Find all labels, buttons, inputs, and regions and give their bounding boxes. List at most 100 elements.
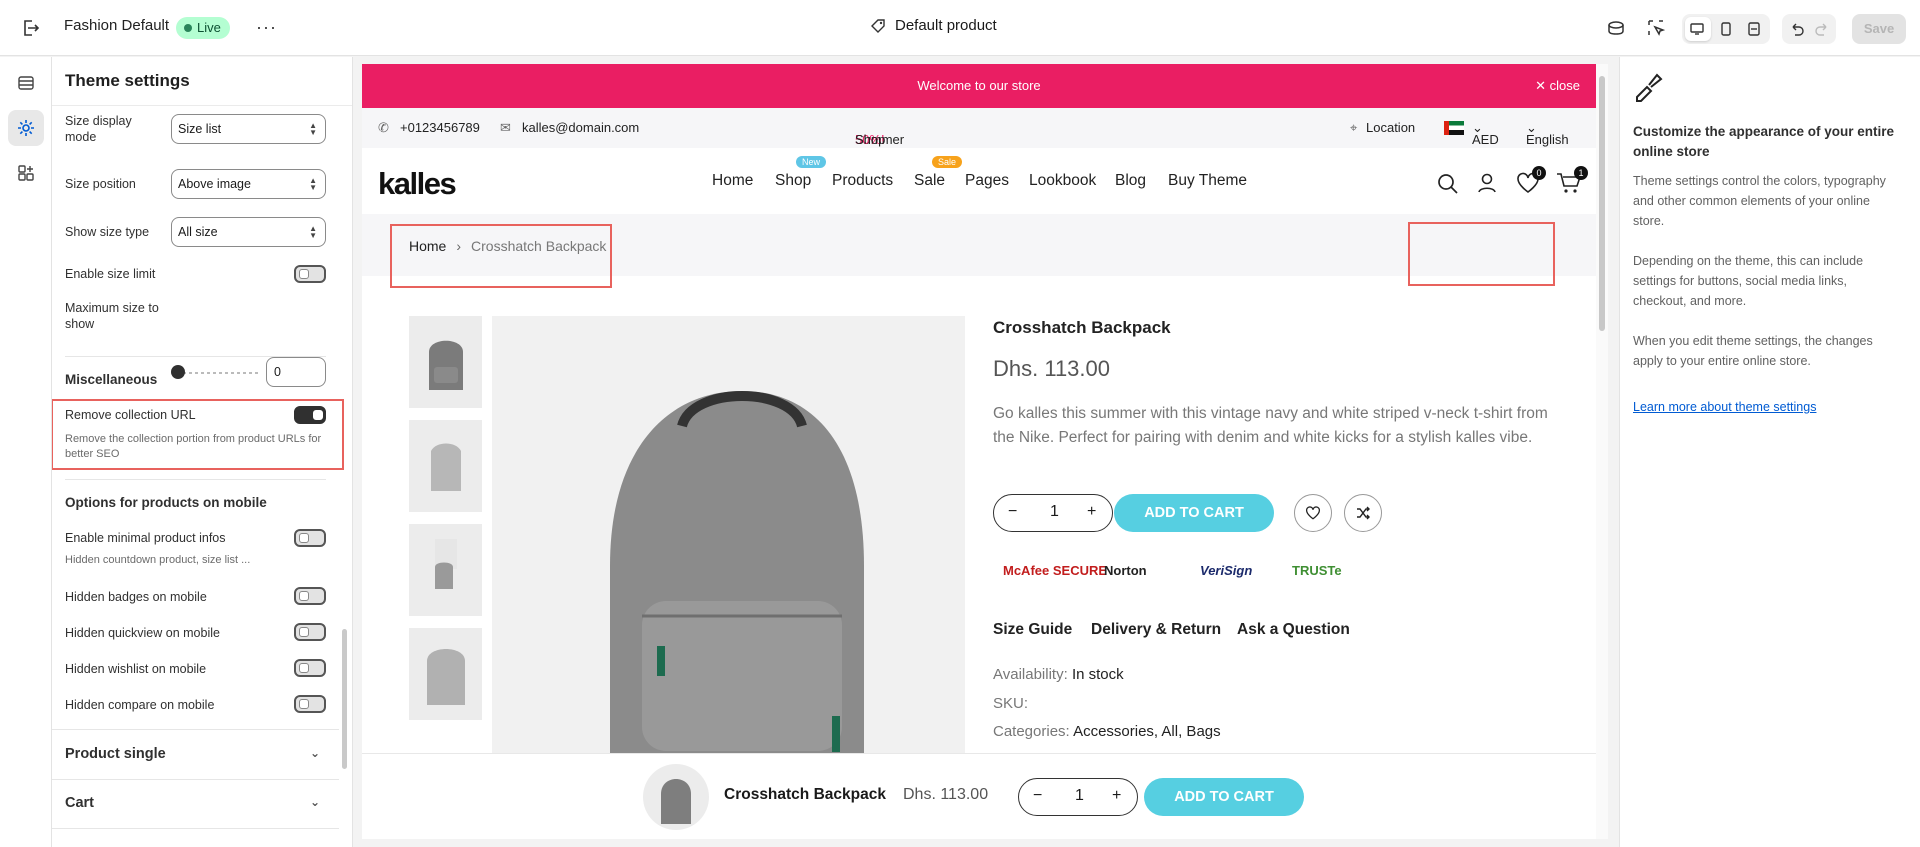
add-to-cart-button[interactable]: ADD TO CART [1114,494,1274,532]
info-paragraph-3: When you edit theme settings, the change… [1633,334,1873,368]
chevron-down-icon: ⌄ [309,746,320,760]
redo-icon[interactable] [1810,17,1834,41]
product-main-image[interactable] [492,316,965,776]
currency-selector[interactable]: AED ⌄ [1472,120,1499,147]
hidden-wishlist-toggle[interactable] [294,659,326,677]
editor-topbar: Fashion Default Live ··· Default product… [0,0,1920,56]
plus-icon[interactable]: + [1112,787,1121,805]
quantity-value[interactable]: 1 [1050,503,1059,521]
minus-icon[interactable]: − [1033,787,1042,805]
product-single-section[interactable]: Product single ⌄ [65,746,326,762]
sticky-add-to-cart-bar: Crosshatch Backpack Dhs. 113.00 − 1 + AD… [362,753,1596,839]
email-address[interactable]: kalles@domain.com [522,120,639,135]
misc-heading: Miscellaneous [65,372,158,387]
sections-icon[interactable] [8,65,44,101]
store-logo[interactable]: kalles [378,166,457,202]
highlight-box [390,224,612,288]
save-button[interactable]: Save [1852,14,1906,44]
status-dot [184,24,192,32]
exit-icon[interactable] [18,16,42,40]
product-title: Crosshatch Backpack [993,318,1171,337]
minimal-infos-toggle[interactable] [294,529,326,547]
language-selector[interactable]: English ⌄ [1526,120,1569,147]
apps-icon[interactable] [8,155,44,191]
nav-blog[interactable]: Blog [1115,172,1146,190]
quantity-stepper[interactable]: − 1 + [993,494,1113,532]
undo-icon[interactable] [1785,17,1809,41]
max-size-slider-track[interactable] [177,372,259,374]
tab-delivery-return[interactable]: Delivery & Return [1091,621,1221,639]
fullscreen-icon[interactable] [1742,17,1766,41]
size-position-label: Size position [65,177,136,191]
nav-sale[interactable]: Sale [914,172,945,190]
highlight-box [1408,222,1555,286]
nav-lookbook[interactable]: Lookbook [1029,172,1096,190]
select-element-icon[interactable] [1644,16,1668,40]
wishlist-button[interactable] [1294,494,1332,532]
hidden-badges-toggle[interactable] [294,587,326,605]
remove-collection-url-toggle[interactable] [294,406,326,424]
phone-icon: ✆ [378,120,389,135]
sticky-quantity-value[interactable]: 1 [1075,787,1084,805]
hidden-quickview-toggle[interactable] [294,623,326,641]
desktop-icon[interactable] [1685,17,1709,41]
categories: Categories: Accessories, All, Bags [993,723,1221,740]
max-size-input[interactable]: 0 [266,357,326,387]
nav-products[interactable]: Products [832,172,893,190]
product-thumbnail[interactable] [409,524,482,616]
sticky-quantity-stepper[interactable]: − 1 + [1018,778,1138,816]
show-size-type-value: All size [178,225,218,239]
size-position-select[interactable]: Above image ▲ ▼ [171,169,326,199]
panel-scrollbar[interactable] [342,629,347,769]
nav-home[interactable]: Home [712,172,753,190]
section-divider [52,828,339,829]
account-icon[interactable] [1476,172,1498,194]
enable-size-limit-toggle[interactable] [294,265,326,283]
panel-title: Theme settings [65,71,190,90]
product-price: Dhs. 113.00 [993,356,1111,381]
phone-number[interactable]: +0123456789 [400,120,480,135]
size-display-mode-select[interactable]: Size list ▲ ▼ [171,114,326,144]
preview-scrollbar[interactable] [1596,64,1608,839]
learn-more-link[interactable]: Learn more about theme settings [1633,400,1816,414]
max-size-slider-handle[interactable] [171,365,185,379]
product-thumbnail[interactable] [409,628,482,720]
tab-ask-question[interactable]: Ask a Question [1237,621,1350,639]
panel-header-divider [52,105,352,106]
show-size-type-select[interactable]: All size ▲ ▼ [171,217,326,247]
nav-shop[interactable]: Shop [775,172,811,190]
theme-settings-icon[interactable] [8,110,44,146]
minus-icon[interactable]: − [1008,503,1017,521]
hidden-compare-toggle[interactable] [294,695,326,713]
product-thumbnail[interactable] [409,316,482,408]
info-paragraph-2: Depending on the theme, this can include… [1633,254,1864,308]
nav-pages[interactable]: Pages [965,172,1009,190]
more-actions-button[interactable]: ··· [256,17,277,38]
sticky-product-title: Crosshatch Backpack [724,786,886,803]
section-divider [65,356,326,357]
sale-badge: Sale [932,156,963,168]
announcement-bar: Welcome to our store ✕ close [362,64,1596,108]
plus-icon[interactable]: + [1087,503,1096,521]
sticky-add-to-cart-button[interactable]: ADD TO CART [1144,778,1304,816]
status-badge: Live [176,17,230,39]
info-panel: Customize the appearance of your entire … [1619,57,1920,847]
enable-size-limit-label: Enable size limit [65,267,156,281]
cart-section[interactable]: Cart ⌄ [65,795,326,811]
nav-buy-theme[interactable]: Buy Theme [1168,172,1247,190]
mobile-icon[interactable] [1714,17,1738,41]
announcement-close-button[interactable]: ✕ close [1535,64,1580,108]
mcafee-badge: McAfee SECURE [1003,563,1108,578]
search-icon[interactable] [1436,172,1460,196]
remove-collection-url-help: Remove the collection portion from produ… [65,433,322,460]
verisign-badge: VeriSign [1200,563,1253,578]
template-selector[interactable]: Default product [870,17,997,34]
location-link[interactable]: Location [1366,120,1415,135]
preview-scrollbar-thumb[interactable] [1599,76,1605,331]
category-links[interactable]: Accessories, All, Bags [1073,723,1221,740]
compare-button[interactable] [1344,494,1382,532]
tab-size-guide[interactable]: Size Guide [993,621,1072,639]
product-thumbnail[interactable] [409,420,482,512]
editor-rail [0,57,52,847]
inspector-icon[interactable] [1604,16,1628,40]
